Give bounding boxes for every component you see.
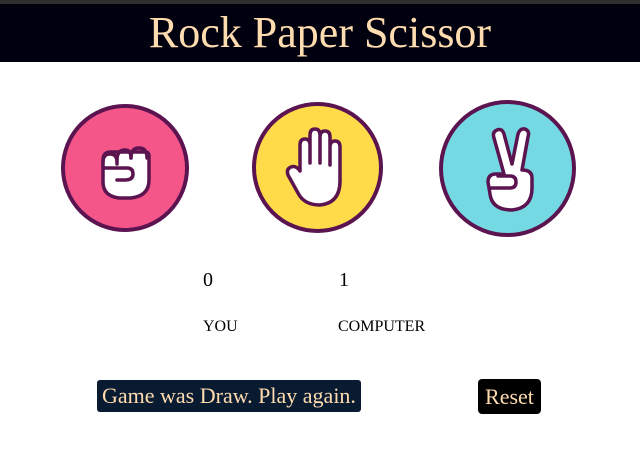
computer-score-label: COMPUTER: [338, 318, 426, 335]
page-title: Rock Paper Scissor: [148, 8, 492, 57]
computer-score: 1: [339, 269, 349, 291]
reset-button[interactable]: Reset: [478, 379, 541, 414]
open-hand-icon: [285, 126, 342, 207]
user-score: 0: [203, 269, 213, 291]
scissor-choice-button[interactable]: [439, 100, 576, 237]
result-message: Game was Draw. Play again.: [97, 380, 361, 412]
user-score-label: YOU: [203, 318, 238, 335]
header-bar: Rock Paper Scissor: [0, 4, 640, 62]
victory-hand-icon: [485, 126, 534, 212]
rock-choice-button[interactable]: [61, 104, 189, 232]
fist-icon: [101, 146, 151, 200]
paper-choice-button[interactable]: [252, 102, 383, 233]
